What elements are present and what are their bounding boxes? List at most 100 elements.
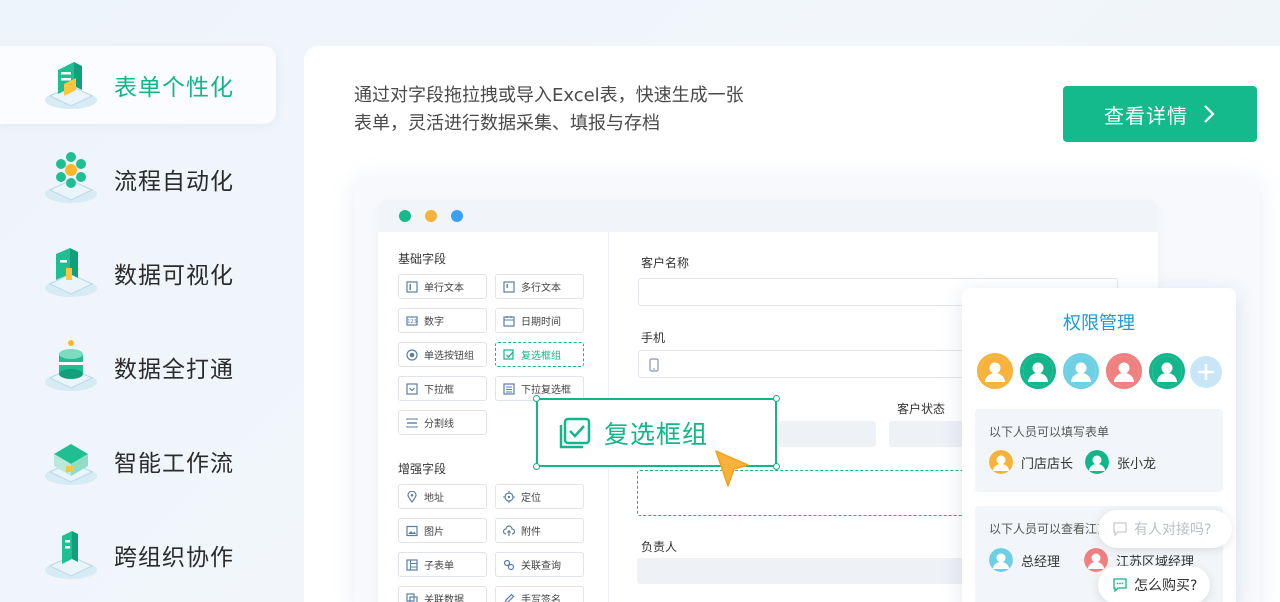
nav-label-database: 数据全打通 [114, 357, 234, 383]
avatar[interactable] [1149, 353, 1185, 389]
nav-item-database[interactable]: 数据全打通 [0, 328, 276, 406]
crosshair-icon [503, 490, 515, 503]
status-option[interactable] [778, 421, 876, 447]
chat-bubble-icon [1113, 522, 1127, 536]
database-cube-icon [45, 340, 97, 391]
field-label: 单选按钮组 [424, 351, 474, 362]
nav-item-workflow[interactable]: 智能工作流 [0, 422, 276, 500]
workflow-cube-icon [45, 444, 97, 485]
textarea-field-icon [503, 280, 515, 293]
field-number[interactable]: 123 数字 [398, 308, 487, 333]
field-address[interactable]: 地址 [398, 484, 487, 509]
field-label: 子表单 [424, 561, 454, 572]
field-label: 单行文本 [424, 283, 464, 294]
field-label: 分割线 [424, 419, 454, 430]
field-multi-line-text[interactable]: 多行文本 [495, 274, 584, 299]
field-label: 图片 [424, 527, 444, 538]
add-member-button[interactable] [1190, 356, 1222, 388]
chat-bubble-icon [1113, 578, 1127, 592]
field-signature[interactable]: 手写签名 [495, 586, 584, 602]
user-avatar-icon [1023, 356, 1053, 386]
chart-cube-icon [45, 248, 97, 297]
owner-input[interactable] [637, 558, 967, 584]
person-store-manager[interactable]: 门店店长 [989, 450, 1073, 474]
mobile-icon [649, 358, 659, 372]
field-divider[interactable]: 分割线 [398, 410, 487, 435]
field-radio-group[interactable]: 单选按钮组 [398, 342, 487, 367]
resize-handle[interactable] [773, 463, 780, 470]
nav-item-form[interactable]: 表单个性化 [0, 46, 276, 124]
chat-buy-label: 怎么购买? [1134, 578, 1198, 594]
avatar[interactable] [1063, 353, 1099, 389]
chat-contact-button[interactable]: 有人对接吗? [1098, 510, 1232, 548]
chat-buy-button[interactable]: 怎么购买? [1098, 566, 1210, 602]
field-image[interactable]: 图片 [398, 518, 487, 543]
person-name: 总经理 [1021, 554, 1061, 570]
person-name: 门店店长 [1021, 456, 1074, 472]
field-label: 手写签名 [521, 595, 561, 602]
field-label: 定位 [521, 493, 541, 504]
phone-label: 手机 [641, 331, 666, 345]
dropdown-icon [406, 382, 418, 395]
form-cube-icon [45, 62, 97, 109]
chat-contact-label: 有人对接吗? [1134, 522, 1212, 538]
checkbox-icon [503, 348, 514, 360]
resize-handle[interactable] [533, 395, 540, 402]
avatar[interactable] [977, 353, 1013, 389]
phone-input[interactable] [638, 350, 978, 378]
field-datetime[interactable]: 日期时间 [495, 308, 584, 333]
nav-item-chart[interactable]: 数据可视化 [0, 234, 276, 312]
basic-fields-title: 基础字段 [398, 252, 447, 266]
nav-item-collab[interactable]: 跨组织协作 [0, 516, 276, 594]
subform-icon [406, 558, 418, 571]
resize-handle[interactable] [773, 395, 780, 402]
field-subform[interactable]: 子表单 [398, 552, 487, 577]
calendar-icon [503, 315, 515, 327]
field-dropdown[interactable]: 下拉框 [398, 376, 487, 401]
image-icon [406, 525, 418, 536]
person-zhang[interactable]: 张小龙 [1085, 450, 1156, 474]
field-label: 下拉框 [424, 385, 454, 396]
collab-cube-icon [45, 531, 97, 579]
person-general-manager[interactable]: 总经理 [989, 548, 1060, 572]
field-linked-query[interactable]: 关联查询 [495, 552, 584, 577]
field-label: 数字 [424, 317, 444, 328]
view-permission-title: 以下人员可以查看江苏 [989, 522, 1110, 536]
field-label: 下拉复选框 [521, 385, 571, 396]
user-avatar-icon [1066, 356, 1096, 386]
upload-cloud-icon [503, 524, 515, 536]
customer-status-label: 客户状态 [897, 402, 946, 416]
field-attachment[interactable]: 附件 [495, 518, 584, 543]
field-positioning[interactable]: 定位 [495, 484, 584, 509]
field-label: 多行文本 [521, 283, 561, 294]
user-avatar-icon [980, 356, 1010, 386]
user-avatar-icon [1084, 548, 1108, 572]
window-dot-blue [451, 210, 463, 222]
location-pin-icon [407, 490, 417, 503]
person-name: 张小龙 [1117, 456, 1157, 472]
avatar[interactable] [1106, 353, 1142, 389]
permissions-title: 权限管理 [1063, 313, 1135, 334]
permissions-card: 权限管理 以下人员可以填写表单 门店店长 张小龙 以下人员可以查看江苏 总经理 [962, 288, 1236, 602]
field-linked-data[interactable]: 关联数据 [398, 586, 487, 602]
status-option[interactable] [889, 421, 969, 447]
fill-permission-title: 以下人员可以填写表单 [989, 425, 1110, 439]
avatar[interactable] [1020, 353, 1056, 389]
divider-icon [406, 418, 418, 427]
field-single-line-text[interactable]: 单行文本 [398, 274, 487, 299]
nav-item-process[interactable]: 流程自动化 [0, 140, 276, 218]
view-details-button[interactable]: 查看详情 [1063, 86, 1257, 142]
drop-target-zone[interactable] [637, 470, 967, 516]
user-avatar-icon [989, 450, 1013, 474]
window-titlebar [378, 200, 1158, 232]
window-dot-green [399, 210, 411, 222]
field-label: 日期时间 [521, 317, 561, 328]
user-avatar-icon [1109, 356, 1139, 386]
field-label: 关联数据 [424, 595, 464, 602]
text-field-icon [406, 280, 418, 293]
advanced-fields-title: 增强字段 [398, 462, 447, 476]
field-checkbox-group[interactable]: 复选框组 [495, 342, 584, 367]
nav-label-workflow: 智能工作流 [114, 451, 234, 477]
user-avatar-icon [1085, 450, 1109, 474]
resize-handle[interactable] [533, 463, 540, 470]
